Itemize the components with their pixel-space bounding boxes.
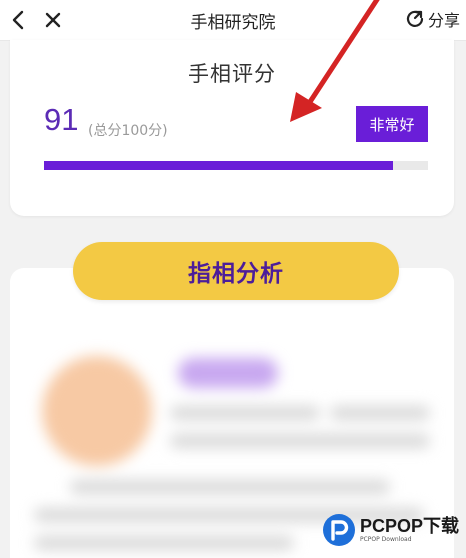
finger-analysis-button[interactable]: 指相分析 xyxy=(73,242,399,300)
close-icon[interactable] xyxy=(42,9,64,31)
score-progress-fill xyxy=(44,161,394,170)
share-button[interactable]: 分享 xyxy=(405,7,460,31)
blurred-line xyxy=(70,480,390,494)
rating-badge: 非常好 xyxy=(356,106,428,142)
blurred-line xyxy=(34,536,294,550)
share-label: 分享 xyxy=(427,11,460,30)
score-total-note: (总分100分) xyxy=(88,123,168,139)
blurred-line xyxy=(330,406,430,420)
watermark: PCPOP下载 PCPOP Download xyxy=(322,510,462,550)
blurred-avatar xyxy=(42,356,152,466)
score-card: 手相评分 91 (总分100分) 非常好 xyxy=(10,40,454,216)
top-nav-bar: 手相研究院 分享 xyxy=(0,0,466,41)
blurred-line xyxy=(170,434,430,448)
score-progress-bar xyxy=(44,161,428,170)
back-arrow-icon[interactable] xyxy=(8,9,30,31)
pcpop-logo-icon xyxy=(323,514,355,546)
watermark-brand: PCPOP下载 xyxy=(360,516,460,536)
page-title: 手相研究院 xyxy=(190,13,276,33)
share-icon xyxy=(406,10,424,27)
watermark-sub: PCPOP Download xyxy=(360,536,412,543)
score-value: 91 xyxy=(44,102,79,137)
blurred-tag xyxy=(178,358,278,388)
score-title: 手相评分 xyxy=(188,62,276,86)
blurred-line xyxy=(170,406,320,420)
